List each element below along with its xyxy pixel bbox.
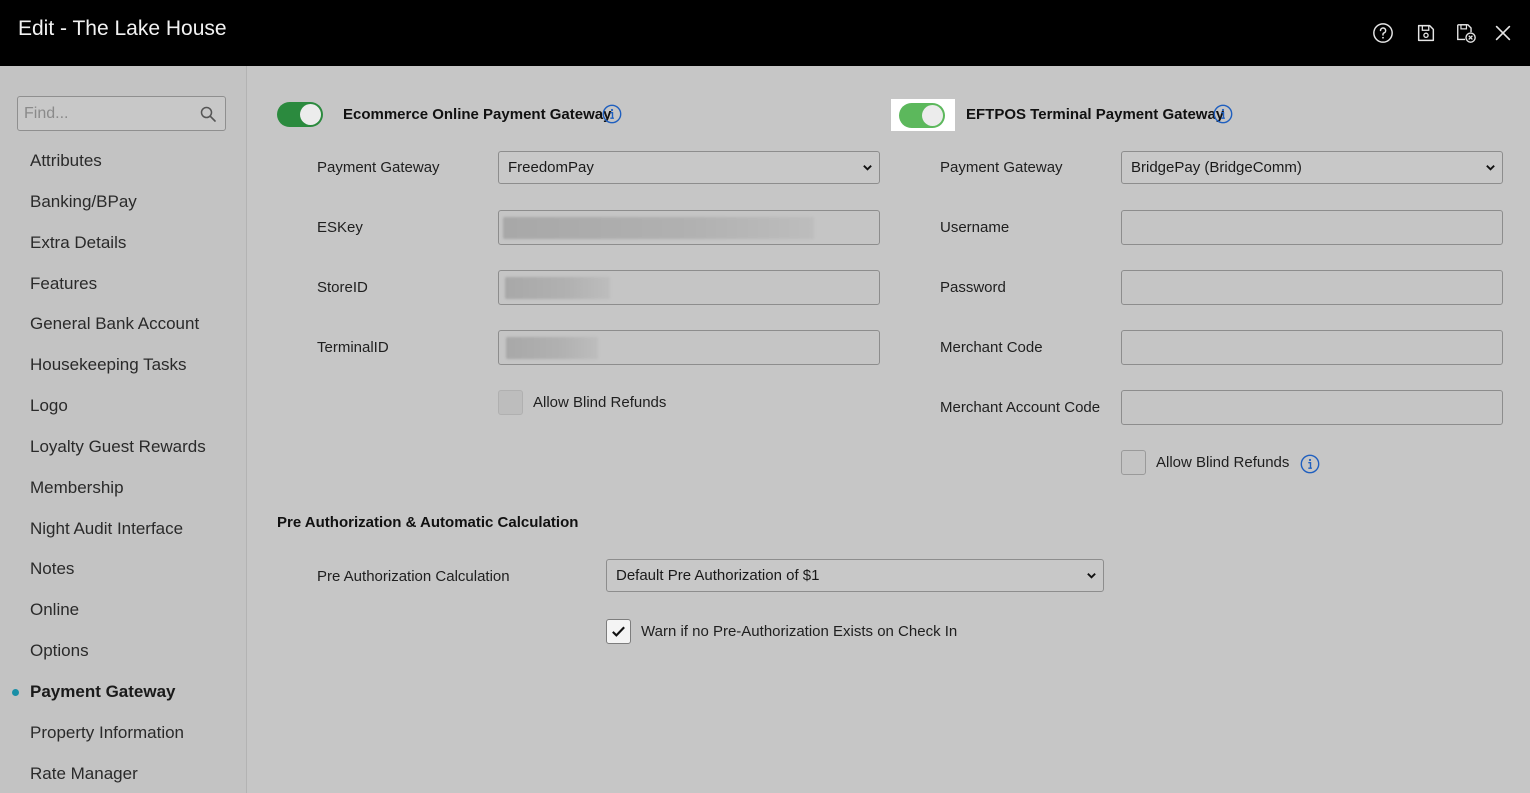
sidebar-item-membership[interactable]: Membership xyxy=(30,478,124,498)
username-label: Username xyxy=(940,219,1010,236)
merchant-code-field[interactable] xyxy=(1121,330,1503,365)
sidebar-item-online[interactable]: Online xyxy=(30,600,79,620)
merchant-account-code-label: Merchant Account Code xyxy=(940,399,1101,416)
ecommerce-blind-refunds-checkbox[interactable] xyxy=(498,390,523,415)
search-icon xyxy=(200,106,216,122)
checkmark-icon xyxy=(612,626,625,637)
sidebar-item-payment-gateway[interactable]: Payment Gateway xyxy=(30,682,176,702)
sidebar-item-property-information[interactable]: Property Information xyxy=(30,723,184,743)
sidebar-item-rate-manager[interactable]: Rate Manager xyxy=(30,764,138,784)
eftpos-info-icon[interactable] xyxy=(1213,104,1233,124)
redacted-value xyxy=(505,277,610,299)
active-indicator-dot xyxy=(12,689,19,696)
sidebar-item-features[interactable]: Features xyxy=(30,274,97,294)
preauth-warn-label: Warn if no Pre-Authorization Exists on C… xyxy=(641,623,958,640)
save-icon[interactable] xyxy=(1414,21,1438,45)
merchant-code-label: Merchant Code xyxy=(940,339,1043,356)
chevron-down-icon xyxy=(1486,165,1495,171)
sidebar: Attributes Banking/BPay Extra Details Fe… xyxy=(0,66,247,793)
eftpos-gateway-title: EFTPOS Terminal Payment Gateway xyxy=(966,106,1225,123)
sidebar-item-loyalty-guest-rewards[interactable]: Loyalty Guest Rewards xyxy=(30,437,206,457)
eftpos-toggle-highlight xyxy=(891,99,955,131)
sidebar-search xyxy=(17,96,226,131)
chevron-down-icon xyxy=(863,165,872,171)
terminalid-label: TerminalID xyxy=(317,339,389,356)
ecommerce-blind-refunds-label: Allow Blind Refunds xyxy=(533,394,667,411)
redacted-value xyxy=(506,337,598,359)
blind-refunds-info-icon[interactable] xyxy=(1300,454,1320,474)
toggle-knob xyxy=(300,104,321,125)
sidebar-item-housekeeping-tasks[interactable]: Housekeeping Tasks xyxy=(30,355,187,375)
ecommerce-gateway-title: Ecommerce Online Payment Gateway xyxy=(343,106,612,123)
sidebar-item-logo[interactable]: Logo xyxy=(30,396,68,416)
eftpos-gateway-select[interactable]: BridgePay (BridgeComm) xyxy=(1121,151,1503,184)
merchant-account-code-field[interactable] xyxy=(1121,390,1503,425)
preauth-calc-label: Pre Authorization Calculation xyxy=(317,568,510,585)
sidebar-item-general-bank-account[interactable]: General Bank Account xyxy=(30,314,199,334)
window-title: Edit - The Lake House xyxy=(18,17,227,40)
save-close-icon[interactable] xyxy=(1454,21,1478,45)
password-field[interactable] xyxy=(1121,270,1503,305)
eftpos-blind-refunds-label: Allow Blind Refunds xyxy=(1156,454,1290,471)
sidebar-item-night-audit-interface[interactable]: Night Audit Interface xyxy=(30,519,183,539)
help-icon[interactable] xyxy=(1371,21,1395,45)
username-field[interactable] xyxy=(1121,210,1503,245)
eftpos-blind-refunds-checkbox[interactable] xyxy=(1121,450,1146,475)
sidebar-item-options[interactable]: Options xyxy=(30,641,89,661)
terminalid-field[interactable] xyxy=(498,330,880,365)
ecommerce-gateway-toggle[interactable] xyxy=(277,102,323,127)
sidebar-item-banking-bpay[interactable]: Banking/BPay xyxy=(30,192,137,212)
preauth-warn-checkbox[interactable] xyxy=(606,619,631,644)
sidebar-item-notes[interactable]: Notes xyxy=(30,559,74,579)
sidebar-item-extra-details[interactable]: Extra Details xyxy=(30,233,126,253)
toggle-knob xyxy=(922,105,943,126)
password-label: Password xyxy=(940,279,1006,296)
ecommerce-gateway-value: FreedomPay xyxy=(508,159,594,176)
ecommerce-gateway-select[interactable]: FreedomPay xyxy=(498,151,880,184)
main-panel: Ecommerce Online Payment Gateway Payment… xyxy=(248,66,1530,793)
eskey-field[interactable] xyxy=(498,210,880,245)
eftpos-gateway-value: BridgePay (BridgeComm) xyxy=(1131,159,1302,176)
preauth-calc-value: Default Pre Authorization of $1 xyxy=(616,567,820,584)
chevron-down-icon xyxy=(1087,573,1096,579)
ecommerce-gateway-label: Payment Gateway xyxy=(317,159,440,176)
close-icon[interactable] xyxy=(1491,21,1515,45)
title-bar: Edit - The Lake House xyxy=(0,0,1530,66)
preauth-calc-select[interactable]: Default Pre Authorization of $1 xyxy=(606,559,1104,592)
storeid-field[interactable] xyxy=(498,270,880,305)
eftpos-gateway-label: Payment Gateway xyxy=(940,159,1063,176)
sidebar-item-attributes[interactable]: Attributes xyxy=(30,151,102,171)
ecommerce-info-icon[interactable] xyxy=(602,104,622,124)
search-input[interactable] xyxy=(18,97,198,130)
preauth-section-title: Pre Authorization & Automatic Calculatio… xyxy=(277,514,579,531)
eskey-label: ESKey xyxy=(317,219,363,236)
eftpos-gateway-toggle[interactable] xyxy=(899,103,945,128)
redacted-value xyxy=(503,217,814,239)
storeid-label: StoreID xyxy=(317,279,368,296)
